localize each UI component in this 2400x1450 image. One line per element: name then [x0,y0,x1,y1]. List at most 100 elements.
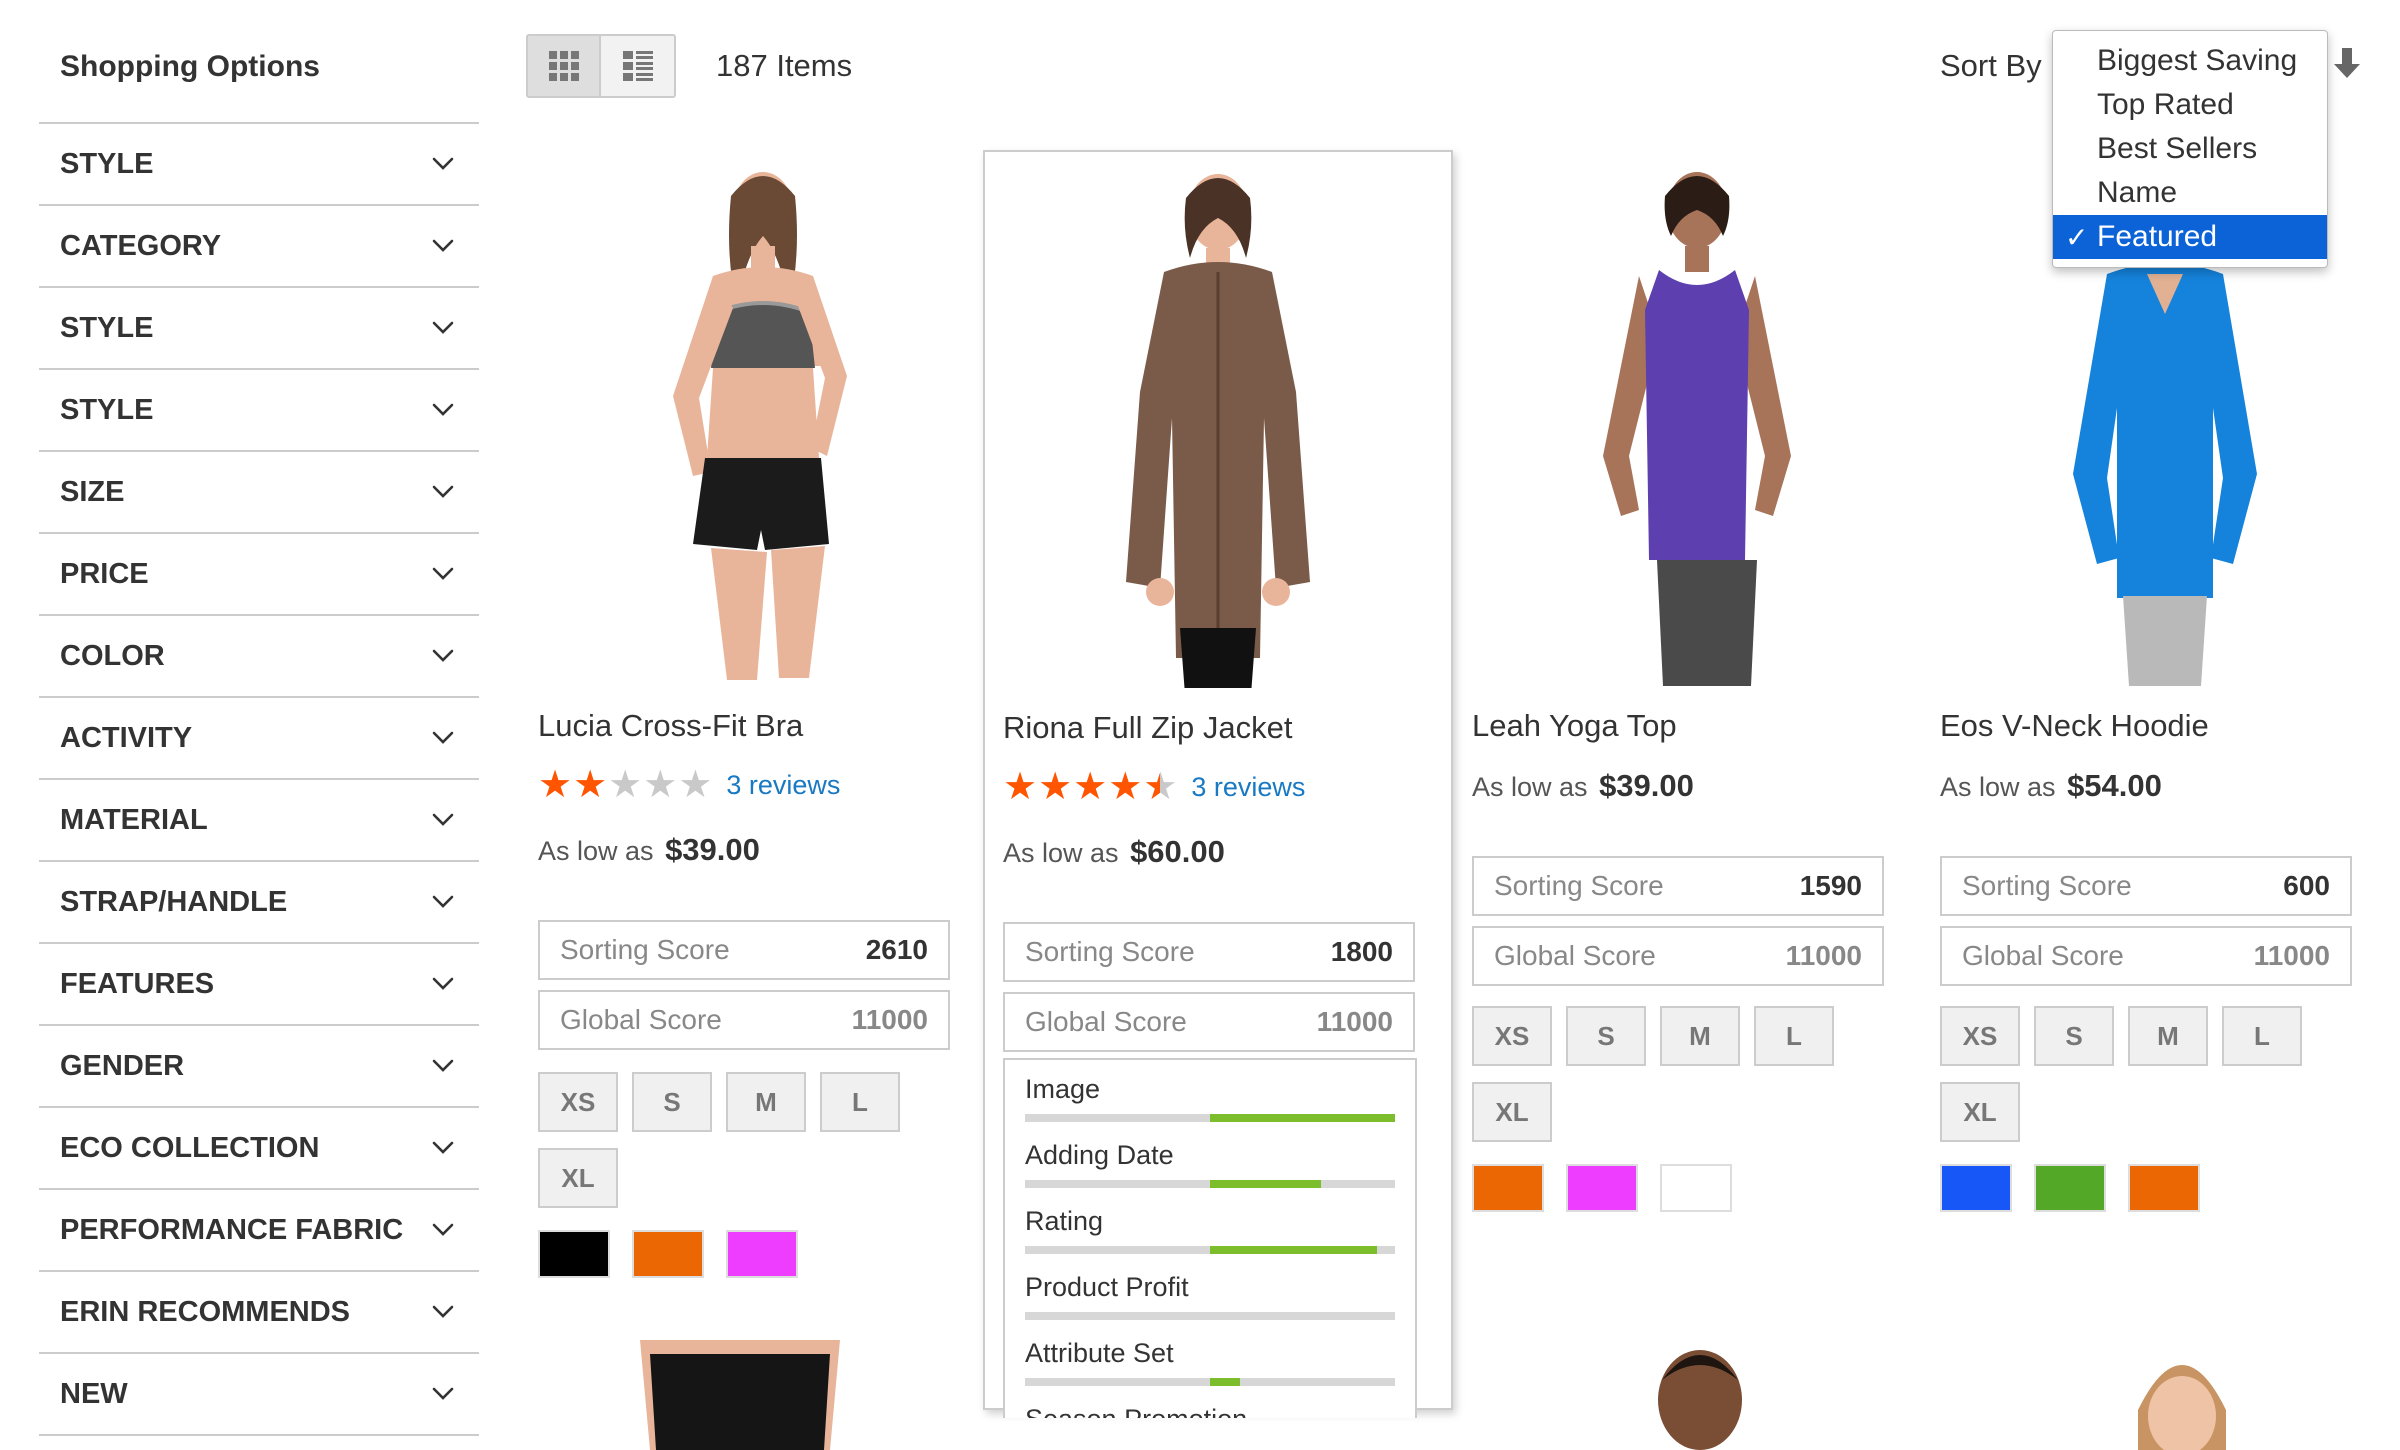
filter-new[interactable]: NEW [39,1354,479,1436]
grid-view-button[interactable] [528,36,602,96]
sidebar-title: Shopping Options [60,50,320,83]
score-factor-fill [1210,1378,1240,1386]
filter-label: STRAP/HANDLE [60,885,288,918]
filter-material[interactable]: MATERIAL [39,780,479,862]
filter-style[interactable]: STYLE [39,370,479,452]
global-score-value: 11000 [1785,940,1862,971]
size-option-s[interactable]: S [632,1072,712,1132]
filter-size[interactable]: SIZE [39,452,479,534]
rating-stars: ★ ★ ★ ★ ★ [1003,768,1177,806]
size-option-m[interactable]: M [1660,1006,1740,1066]
reviews-link[interactable]: 3 reviews [1191,772,1305,803]
list-view-button[interactable] [601,36,674,96]
size-option-xl[interactable]: XL [1940,1082,2020,1142]
filter-price[interactable]: PRICE [39,534,479,616]
sort-option-best-sellers[interactable]: Best Sellers [2053,127,2327,171]
global-score-box: Global Score 11000 [538,990,950,1050]
filter-gender[interactable]: GENDER [39,1026,479,1108]
sort-option-featured[interactable]: ✓ Featured [2053,215,2327,259]
star-filled-icon: ★ [1038,766,1073,808]
color-swatch[interactable] [538,1230,610,1278]
color-swatch[interactable] [1660,1164,1732,1212]
price-value: $60.00 [1130,834,1225,869]
filter-style[interactable]: STYLE [39,288,479,370]
size-option-xl[interactable]: XL [538,1148,618,1208]
color-swatch[interactable] [2128,1164,2200,1212]
sort-option-top-rated[interactable]: Top Rated [2053,83,2327,127]
score-factor-fill [1210,1246,1377,1254]
product-name[interactable]: Leah Yoga Top [1472,708,1677,744]
view-mode-toggle [526,34,676,98]
product-card-hovered[interactable]: Riona Full Zip Jacket ★ ★ ★ ★ ★ 3 reviews As… [983,150,1453,1418]
size-option-xl[interactable]: XL [1472,1082,1552,1142]
color-swatch[interactable] [632,1230,704,1278]
product-photo [1658,1350,1742,1450]
product-image[interactable] [985,152,1451,688]
star-filled-icon: ★ [573,764,608,806]
sorting-score-box: Sorting Score 2610 [538,920,950,980]
product-name[interactable]: Lucia Cross-Fit Bra [538,708,803,744]
product-name[interactable]: Riona Full Zip Jacket [1003,710,1292,746]
sort-by-dropdown[interactable]: Biggest Saving Top Rated Best Sellers Name ✓… [2052,30,2328,268]
size-option-xs[interactable]: XS [1472,1006,1552,1066]
size-option-xs[interactable]: XS [538,1072,618,1132]
sort-option-biggest-saving[interactable]: Biggest Saving [2053,39,2327,83]
filter-eco-collection[interactable]: ECO COLLECTION [39,1108,479,1190]
filter-performance-fabric[interactable]: PERFORMANCE FABRIC [39,1190,479,1272]
color-swatch[interactable] [1940,1164,2012,1212]
filter-category[interactable]: CATEGORY [39,206,479,288]
score-factor-label: Rating [1025,1206,1104,1236]
size-option-l[interactable]: L [2222,1006,2302,1066]
score-factor-fill [1210,1114,1395,1122]
color-swatch[interactable] [1472,1164,1544,1212]
product-image[interactable] [1640,1340,1760,1450]
product-image[interactable] [640,1340,840,1450]
sort-option-name[interactable]: Name [2053,171,2327,215]
product-image[interactable] [2122,1340,2242,1450]
sorting-score-box: Sorting Score 1800 [1003,922,1415,982]
global-score-label: Global Score [1962,940,2124,971]
filter-strap-handle[interactable]: STRAP/HANDLE [39,862,479,944]
reviews-link[interactable]: 3 reviews [726,770,840,801]
chevron-down-icon [432,649,454,662]
product-price: As low as $39.00 [538,832,760,868]
product-image[interactable] [528,150,998,686]
global-score-box: Global Score 11000 [1472,926,1884,986]
chevron-down-icon [432,567,454,580]
filter-label: SIZE [60,475,125,508]
size-option-s[interactable]: S [1566,1006,1646,1066]
size-option-m[interactable]: M [2128,1006,2208,1066]
score-factor-label: Image [1025,1074,1101,1104]
size-option-m[interactable]: M [726,1072,806,1132]
score-factor-adding-date: Adding Date [1025,1134,1395,1200]
color-swatch[interactable] [726,1230,798,1278]
color-swatch[interactable] [2034,1164,2106,1212]
filter-label: STYLE [60,311,154,344]
arrow-down-icon[interactable] [2332,46,2362,80]
price-value: $39.00 [665,832,760,867]
sorting-score-box: Sorting Score 1590 [1472,856,1884,916]
size-option-xs[interactable]: XS [1940,1006,2020,1066]
score-factor-label: Season Promotion [1025,1404,1247,1418]
items-count: 187 Items [716,48,853,83]
product-name[interactable]: Eos V-Neck Hoodie [1940,708,2209,744]
price-prefix: As low as [538,836,654,866]
size-option-l[interactable]: L [820,1072,900,1132]
chevron-down-icon [432,485,454,498]
size-option-l[interactable]: L [1754,1006,1834,1066]
color-swatch[interactable] [1566,1164,1638,1212]
price-value: $54.00 [2067,768,2162,803]
product-image[interactable] [1462,150,1932,686]
filter-style[interactable]: STYLE [39,124,479,206]
filter-activity[interactable]: ACTIVITY [39,698,479,780]
score-factor-attribute-set: Attribute Set [1025,1332,1395,1398]
product-rating: ★ ★ ★ ★ ★ 3 reviews [538,766,840,804]
filter-color[interactable]: COLOR [39,616,479,698]
chevron-down-icon [432,895,454,908]
filter-features[interactable]: FEATURES [39,944,479,1026]
filter-erin-recommends[interactable]: ERIN RECOMMENDS [39,1272,479,1354]
size-option-s[interactable]: S [2034,1006,2114,1066]
price-prefix: As low as [1472,772,1588,802]
score-breakdown-panel: Image Adding Date Rating Product Profit Attr… [1003,1058,1417,1418]
chevron-down-icon [432,1141,454,1154]
